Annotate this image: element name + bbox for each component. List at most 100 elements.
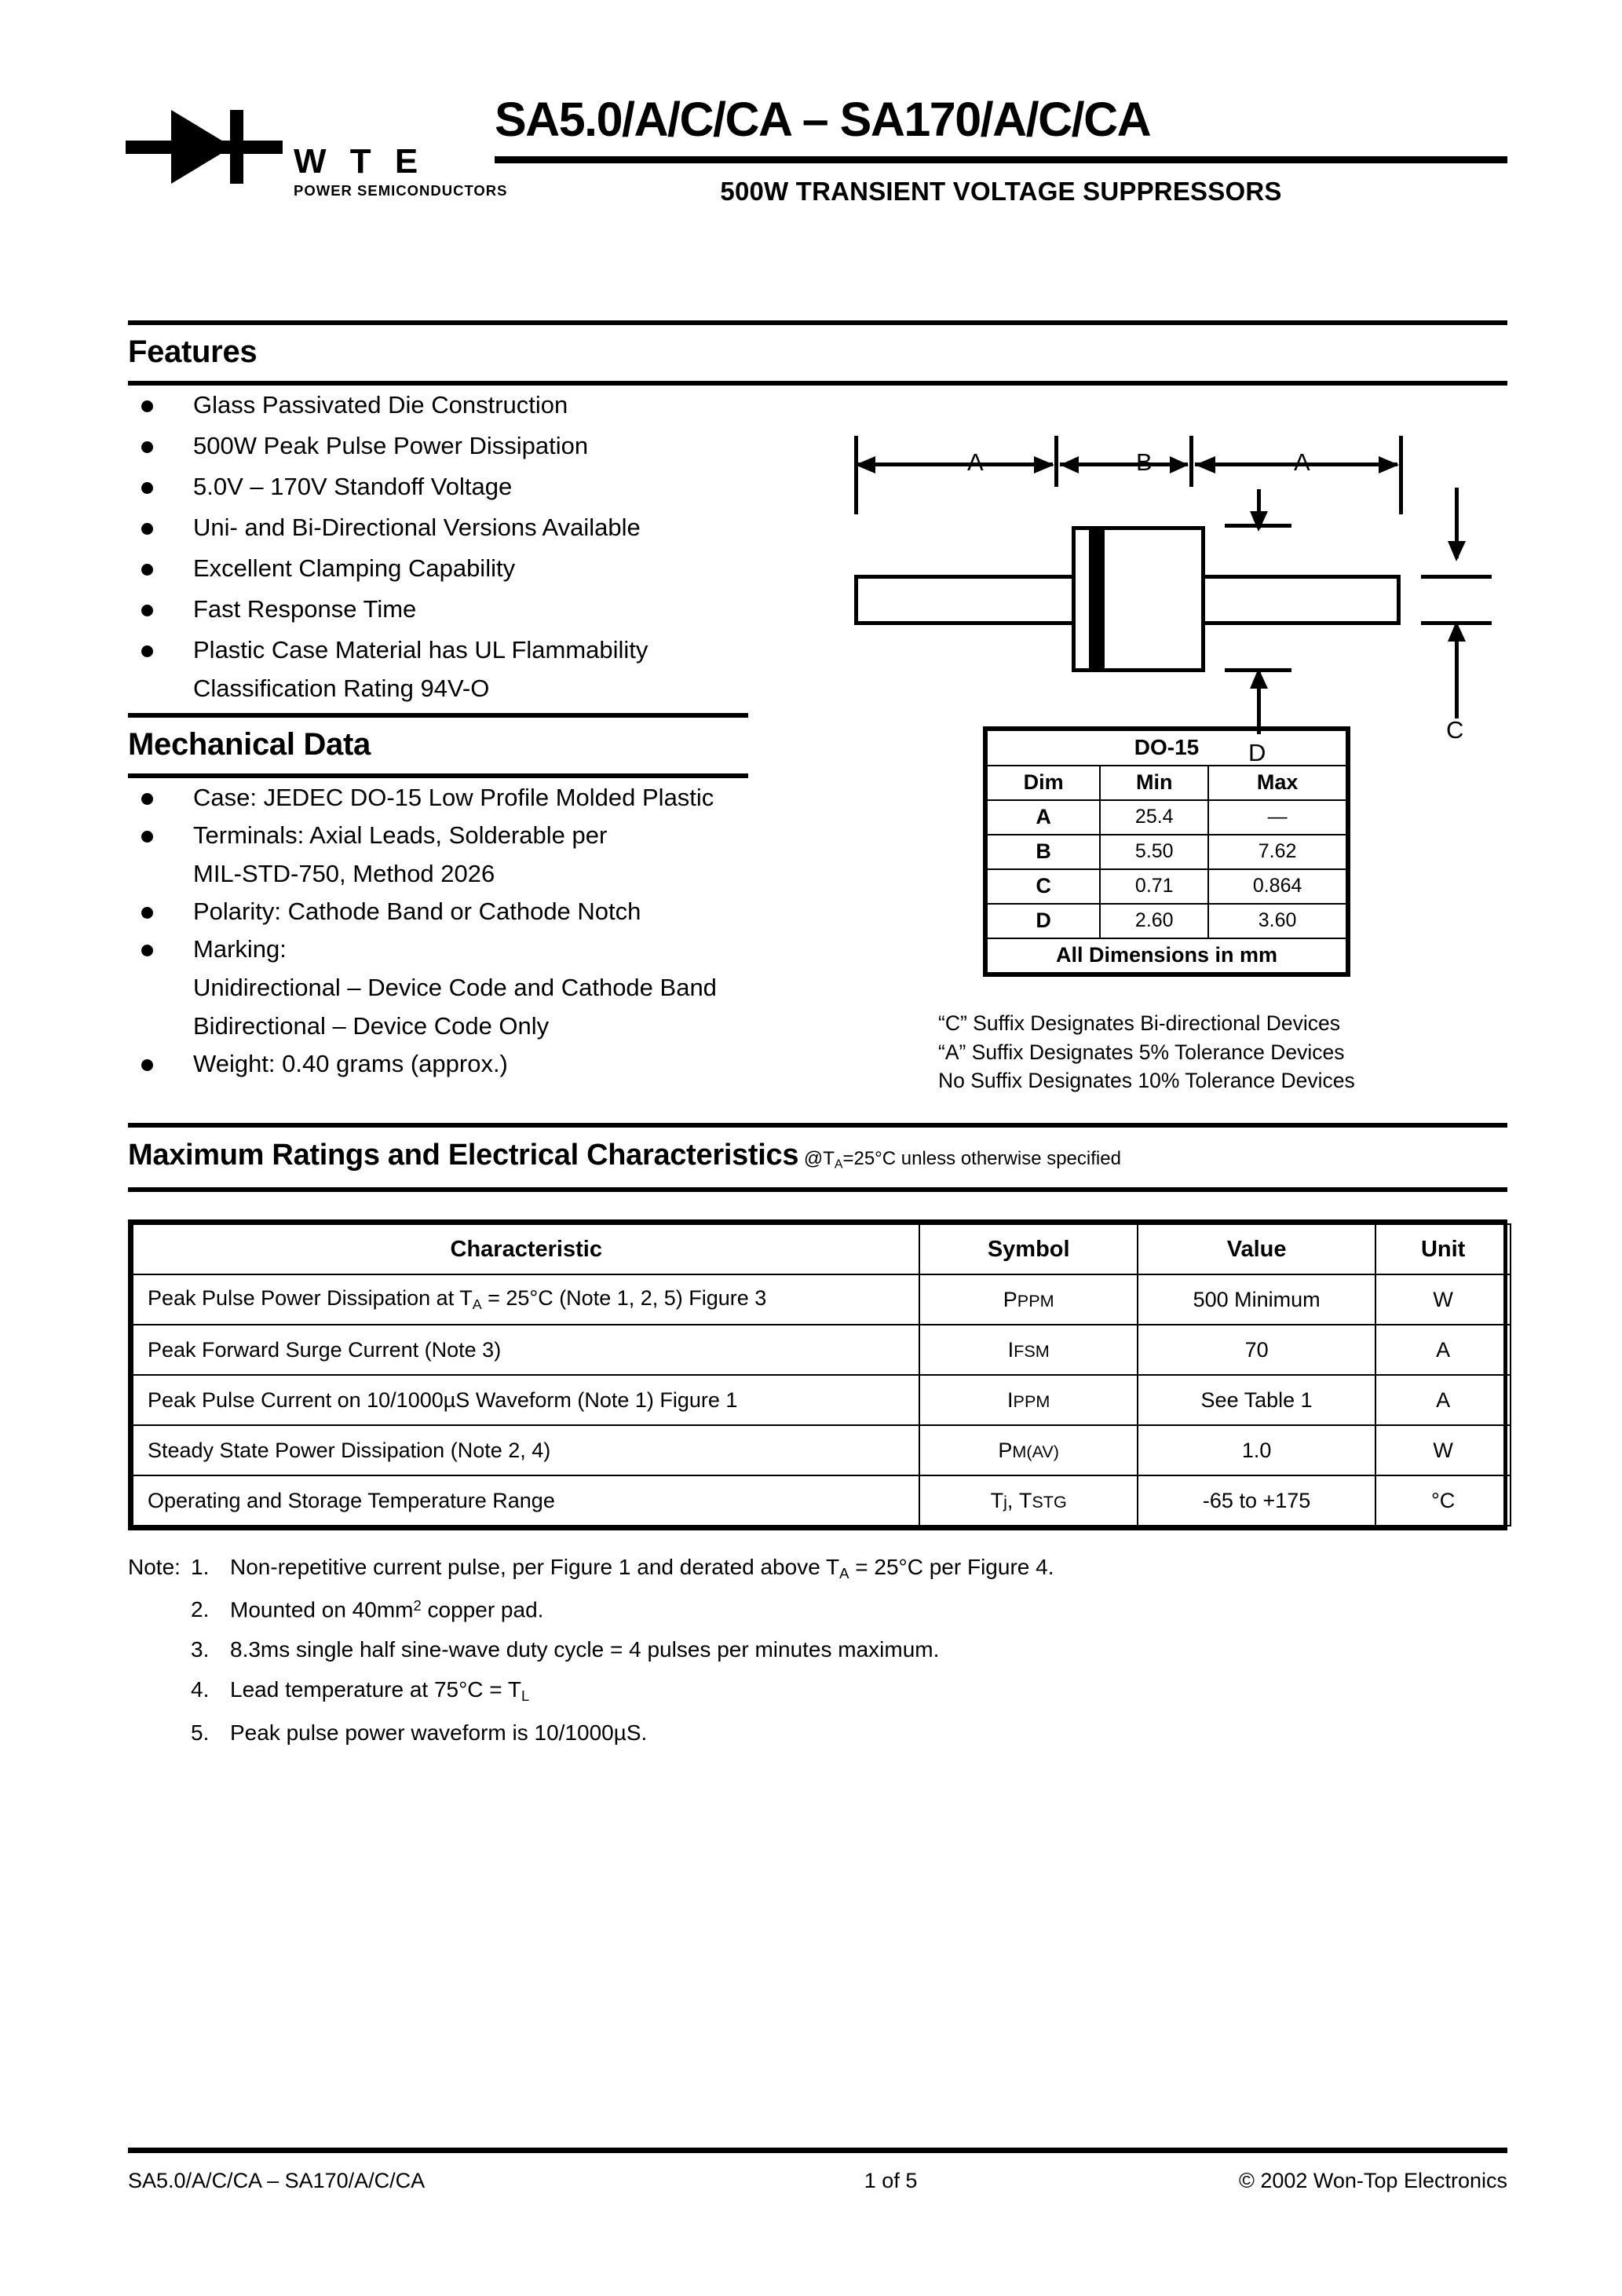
dim-cell: 25.4 xyxy=(1099,799,1210,835)
page-title: SA5.0/A/C/CA – SA170/A/C/CA xyxy=(495,93,1152,146)
rating-value: See Table 1 xyxy=(1136,1374,1377,1426)
rating-symbol: PM(AV) xyxy=(919,1424,1138,1476)
rating-characteristic: Steady State Power Dissipation (Note 2, … xyxy=(131,1424,921,1476)
dim-label-a-right: A xyxy=(1294,448,1310,476)
arrowhead-icon xyxy=(1170,456,1189,473)
feature-text: 500W Peak Pulse Power Dissipation xyxy=(193,432,589,459)
page-subtitle: 500W TRANSIENT VOLTAGE SUPPRESSORS xyxy=(720,177,1282,207)
notes-label: Note: xyxy=(128,1555,181,1579)
max-ratings-heading: Maximum Ratings and Electrical Character… xyxy=(128,1139,1121,1172)
title-block: SA5.0/A/C/CA – SA170/A/C/CA 500W TRANSIE… xyxy=(495,94,1507,207)
note-number: 5. xyxy=(191,1720,210,1745)
table-row: D 2.60 3.60 xyxy=(985,903,1347,939)
mechanical-text: Weight: 0.40 grams (approx.) xyxy=(193,1050,508,1077)
rating-symbol: IPPM xyxy=(919,1374,1138,1426)
mechanical-text-continued: MIL-STD-750, Method 2026 xyxy=(193,860,495,887)
max-ratings-cond-post: =25°C unless otherwise specified xyxy=(842,1148,1121,1169)
diode-symbol-icon xyxy=(126,110,283,184)
note-row: Note: 1. Non-repetitive current pulse, p… xyxy=(128,1555,1054,1582)
char-text: Operating and Storage Temperature Range xyxy=(148,1488,555,1512)
table-row: Dim Min Max xyxy=(985,765,1347,801)
dim-line-b xyxy=(1060,462,1188,466)
dim-cell: D xyxy=(985,903,1101,939)
title-divider xyxy=(495,156,1507,164)
mechanical-text: Case: JEDEC DO-15 Low Profile Molded Pla… xyxy=(193,784,714,811)
dim-header-max: Max xyxy=(1207,765,1347,801)
symbol-main: P xyxy=(998,1438,1013,1462)
feature-text-continued: Classification Rating 94V-O xyxy=(193,675,490,702)
ratings-table-wrapper: Characteristic Symbol Value Unit Peak Pu… xyxy=(128,1219,1511,1530)
dim-label-a-left: A xyxy=(967,448,984,476)
page-header: W T E POWER SEMICONDUCTORS SA5.0/A/C/CA … xyxy=(126,94,1507,251)
features-heading: Features xyxy=(128,335,258,369)
table-row: All Dimensions in mm xyxy=(986,938,1347,974)
list-item: 500W Peak Pulse Power Dissipation xyxy=(132,433,838,458)
package-outline-drawing: A B A D C xyxy=(832,436,1586,766)
list-item: Terminals: Axial Leads, Solderable per M… xyxy=(132,823,917,886)
max-ratings-rule-bottom xyxy=(128,1187,1507,1192)
col-header-value: Value xyxy=(1136,1223,1377,1275)
arrowhead-icon xyxy=(1250,668,1268,689)
arrowhead-icon xyxy=(1060,456,1079,473)
table-row: A 25.4 — xyxy=(985,799,1347,835)
symbol-sub: PPM xyxy=(1013,1391,1050,1411)
dim-header-min: Min xyxy=(1099,765,1210,801)
table-row: B 5.50 7.62 xyxy=(985,834,1347,870)
note-row: 2. Mounted on 40mm2 copper pad. xyxy=(128,1597,1054,1622)
rating-value: 500 Minimum xyxy=(1136,1274,1377,1325)
rating-unit: °C xyxy=(1375,1475,1511,1526)
table-row: Peak Forward Surge Current (Note 3) IFSM… xyxy=(131,1324,1511,1376)
feature-text: Excellent Clamping Capability xyxy=(193,554,516,582)
note-row: 5. Peak pulse power waveform is 10/1000µ… xyxy=(128,1720,1054,1746)
mechanical-text: Polarity: Cathode Band or Cathode Notch xyxy=(193,898,641,925)
features-rule-top xyxy=(128,320,1507,325)
mechanical-data-list: Case: JEDEC DO-15 Low Profile Molded Pla… xyxy=(132,785,917,1089)
dim-table-title: DO-15 xyxy=(986,729,1347,766)
symbol-main-2: T xyxy=(1018,1488,1032,1512)
col-header-characteristic: Characteristic xyxy=(131,1223,921,1275)
note-text: Mounted on 40mm2 copper pad. xyxy=(230,1597,544,1622)
rating-characteristic: Peak Forward Surge Current (Note 3) xyxy=(131,1324,921,1376)
rating-symbol: PPPM xyxy=(919,1274,1138,1325)
feature-text: 5.0V – 170V Standoff Voltage xyxy=(193,473,513,500)
table-row: Peak Pulse Current on 10/1000µS Waveform… xyxy=(131,1374,1511,1426)
dim-extension-line xyxy=(1189,436,1193,487)
symbol-sub: FSM xyxy=(1014,1340,1050,1361)
arrowhead-icon xyxy=(1448,541,1466,561)
note-text: Non-repetitive current pulse, per Figure… xyxy=(230,1555,1054,1582)
arrowhead-icon xyxy=(1195,456,1215,473)
char-text-post: = 25°C (Note 1, 2, 5) Figure 3 xyxy=(481,1286,767,1310)
table-row: C 0.71 0.864 xyxy=(985,868,1347,905)
note-text: 8.3ms single half sine-wave duty cycle =… xyxy=(230,1637,940,1662)
lead-right-top xyxy=(1204,575,1400,579)
rating-value: -65 to +175 xyxy=(1136,1475,1377,1526)
notes-section: Note: 1. Non-repetitive current pulse, p… xyxy=(128,1555,1054,1760)
feature-text: Glass Passivated Die Construction xyxy=(193,391,568,419)
feature-text: Uni- and Bi-Directional Versions Availab… xyxy=(193,514,641,541)
dim-table-footer: All Dimensions in mm xyxy=(986,938,1347,974)
ratings-table: Characteristic Symbol Value Unit Peak Pu… xyxy=(131,1223,1511,1526)
suffix-note-none: No Suffix Designates 10% Tolerance Devic… xyxy=(938,1069,1355,1093)
table-row: Operating and Storage Temperature Range … xyxy=(131,1475,1511,1526)
lead-left-bottom xyxy=(854,621,1074,625)
rating-characteristic: Operating and Storage Temperature Range xyxy=(131,1475,921,1526)
lead-right-bottom xyxy=(1204,621,1400,625)
footer-divider xyxy=(128,2148,1507,2153)
rating-symbol: Tj, TSTG xyxy=(919,1475,1138,1526)
features-rule-bottom xyxy=(128,381,1507,386)
c-extension-top xyxy=(1421,575,1492,579)
suffix-note-a: “A” Suffix Designates 5% Tolerance Devic… xyxy=(938,1040,1345,1064)
footer-page-number: 1 of 5 xyxy=(864,2169,918,2192)
arrowhead-icon xyxy=(1448,621,1466,642)
max-ratings-cond-sub: A xyxy=(834,1157,843,1172)
rating-unit: W xyxy=(1375,1274,1511,1325)
note-number: 1. xyxy=(191,1555,210,1579)
note-row: 4. Lead temperature at 75°C = TL xyxy=(128,1677,1054,1705)
note-number: 4. xyxy=(191,1677,210,1702)
symbol-main: P xyxy=(1003,1287,1017,1311)
footer-part-number: SA5.0/A/C/CA – SA170/A/C/CA xyxy=(128,2169,426,2192)
arrowhead-icon xyxy=(1034,456,1054,473)
char-text: Peak Pulse Power Dissipation at T xyxy=(148,1286,473,1310)
dim-cell: B xyxy=(985,834,1101,870)
features-list: Glass Passivated Die Construction 500W P… xyxy=(132,393,838,717)
